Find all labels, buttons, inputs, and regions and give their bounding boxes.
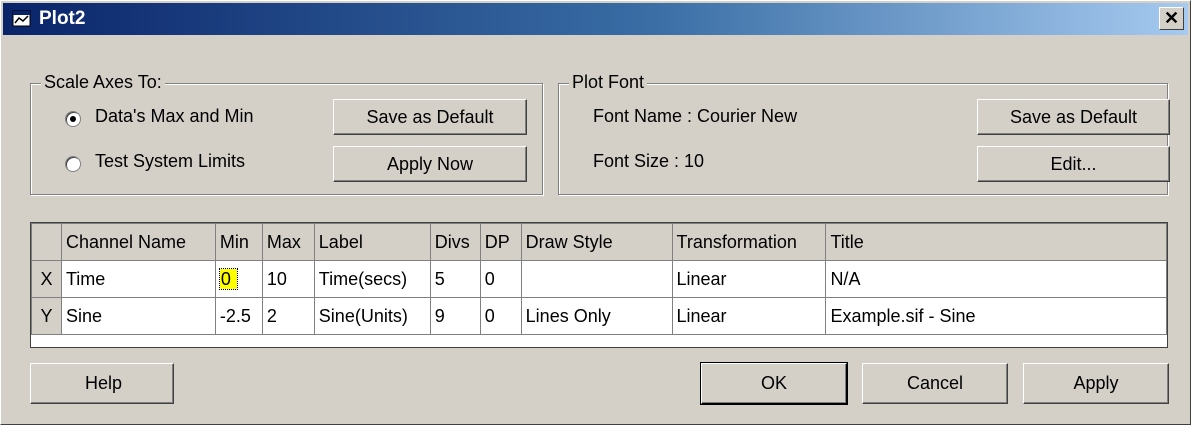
cell-title[interactable]: Example.sif - Sine bbox=[825, 297, 1167, 335]
plot-dialog: Plot2 ✕ Scale Axes To: Data's Max and Mi… bbox=[0, 0, 1191, 425]
cell-draw-style[interactable] bbox=[520, 260, 673, 298]
apply-now-button[interactable]: Apply Now bbox=[333, 146, 527, 182]
cell-channel-name[interactable]: Time bbox=[60, 260, 216, 298]
column-header-divs[interactable]: Divs bbox=[429, 223, 481, 261]
title-bar[interactable]: Plot2 ✕ bbox=[3, 3, 1188, 35]
font-size-text: Font Size : 10 bbox=[593, 151, 705, 171]
column-header-label[interactable]: Label bbox=[313, 223, 431, 261]
row-header-y[interactable]: Y bbox=[31, 297, 62, 335]
help-button[interactable]: Help bbox=[30, 363, 174, 404]
cell-max[interactable]: 2 bbox=[261, 297, 315, 335]
apply-button[interactable]: Apply bbox=[1023, 363, 1169, 404]
table-row: X Time 0 10 Time(secs) 5 0 Linear N/A bbox=[31, 260, 1167, 298]
corner-cell bbox=[31, 223, 62, 261]
plot-font-legend: Plot Font bbox=[569, 72, 648, 93]
plot-window-icon bbox=[12, 10, 32, 28]
table-row: Y Sine -2.5 2 Sine(Units) 9 0 Lines Only… bbox=[31, 297, 1167, 335]
ok-button[interactable]: OK bbox=[700, 362, 848, 405]
channel-grid[interactable]: Channel Name Min Max Label Divs DP Draw … bbox=[30, 222, 1168, 348]
font-name-text: Font Name : Courier New bbox=[593, 106, 798, 126]
column-header-channel-name[interactable]: Channel Name bbox=[60, 223, 216, 261]
column-header-dp[interactable]: DP bbox=[479, 223, 522, 261]
close-button[interactable]: ✕ bbox=[1159, 7, 1184, 30]
cell-label[interactable]: Time(secs) bbox=[313, 260, 431, 298]
cell-min-value[interactable]: 0 bbox=[218, 267, 238, 290]
channel-table: Channel Name Min Max Label Divs DP Draw … bbox=[31, 223, 1167, 335]
cell-channel-name[interactable]: Sine bbox=[60, 297, 216, 335]
scale-save-default-button[interactable]: Save as Default bbox=[333, 99, 527, 135]
radio-selected-dot bbox=[70, 116, 76, 122]
font-edit-button[interactable]: Edit... bbox=[977, 146, 1170, 182]
header-row: Channel Name Min Max Label Divs DP Draw … bbox=[31, 223, 1167, 261]
cell-label[interactable]: Sine(Units) bbox=[313, 297, 431, 335]
cell-title[interactable]: N/A bbox=[825, 260, 1167, 298]
font-save-default-button[interactable]: Save as Default bbox=[977, 99, 1170, 135]
cell-min-selected[interactable]: 0 bbox=[214, 260, 263, 298]
cell-divs[interactable]: 5 bbox=[429, 260, 481, 298]
cell-transformation[interactable]: Linear bbox=[671, 297, 827, 335]
column-header-min[interactable]: Min bbox=[214, 223, 263, 261]
cell-min[interactable]: -2.5 bbox=[214, 297, 263, 335]
cancel-button[interactable]: Cancel bbox=[862, 363, 1008, 404]
window-title: Plot2 bbox=[39, 8, 86, 29]
radio-label-data-max-min[interactable]: Data's Max and Min bbox=[95, 106, 254, 127]
cell-dp[interactable]: 0 bbox=[479, 260, 522, 298]
row-header-x[interactable]: X bbox=[31, 260, 62, 298]
column-header-transformation[interactable]: Transformation bbox=[671, 223, 827, 261]
column-header-draw-style[interactable]: Draw Style bbox=[520, 223, 673, 261]
radio-test-system-limits[interactable] bbox=[65, 156, 81, 172]
cell-max[interactable]: 10 bbox=[261, 260, 315, 298]
scale-axes-legend: Scale Axes To: bbox=[41, 72, 165, 93]
radio-label-test-system-limits[interactable]: Test System Limits bbox=[95, 151, 245, 172]
cell-dp[interactable]: 0 bbox=[479, 297, 522, 335]
cell-draw-style[interactable]: Lines Only bbox=[520, 297, 673, 335]
column-header-max[interactable]: Max bbox=[261, 223, 315, 261]
close-icon: ✕ bbox=[1163, 8, 1180, 28]
cell-divs[interactable]: 9 bbox=[429, 297, 481, 335]
cell-transformation[interactable]: Linear bbox=[671, 260, 827, 298]
radio-data-max-min[interactable] bbox=[65, 111, 81, 127]
column-header-title[interactable]: Title bbox=[825, 223, 1167, 261]
